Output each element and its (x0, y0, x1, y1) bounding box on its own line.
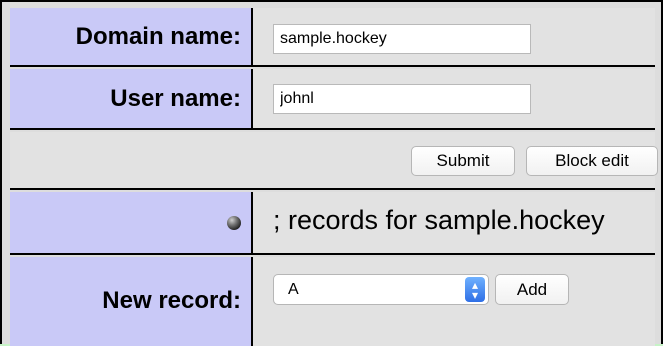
records-row: ; records for sample.hockey (10, 192, 655, 255)
add-record-button[interactable]: Add (495, 274, 569, 305)
user-name-input[interactable] (273, 84, 531, 114)
submit-button[interactable]: Submit (411, 146, 515, 176)
block-edit-button[interactable]: Block edit (526, 146, 658, 176)
user-name-cell (259, 69, 655, 128)
user-name-label: User name: (10, 69, 253, 128)
up-down-chevron-icon: ▴ ▾ (465, 277, 485, 302)
new-record-row: New record: A ▴ ▾ Add (10, 257, 655, 346)
records-cell: ; records for sample.hockey (259, 192, 655, 253)
user-row: User name: (10, 69, 655, 130)
gray-bullet-icon (227, 216, 241, 230)
status-cell (10, 192, 253, 253)
domain-row: Domain name: (10, 8, 655, 67)
domain-form-table: Domain name: User name: Submit Block edi… (0, 0, 663, 346)
records-heading: ; records for sample.hockey (273, 205, 605, 235)
new-record-cell: A ▴ ▾ Add (259, 257, 655, 346)
domain-name-label: Domain name: (10, 8, 253, 65)
record-type-select[interactable]: A ▴ ▾ (273, 274, 489, 305)
record-type-value: A (288, 280, 299, 298)
domain-name-input[interactable] (273, 24, 531, 54)
actions-row: Submit Block edit (10, 132, 658, 190)
new-record-label: New record: (10, 257, 253, 346)
domain-name-cell (259, 8, 655, 65)
